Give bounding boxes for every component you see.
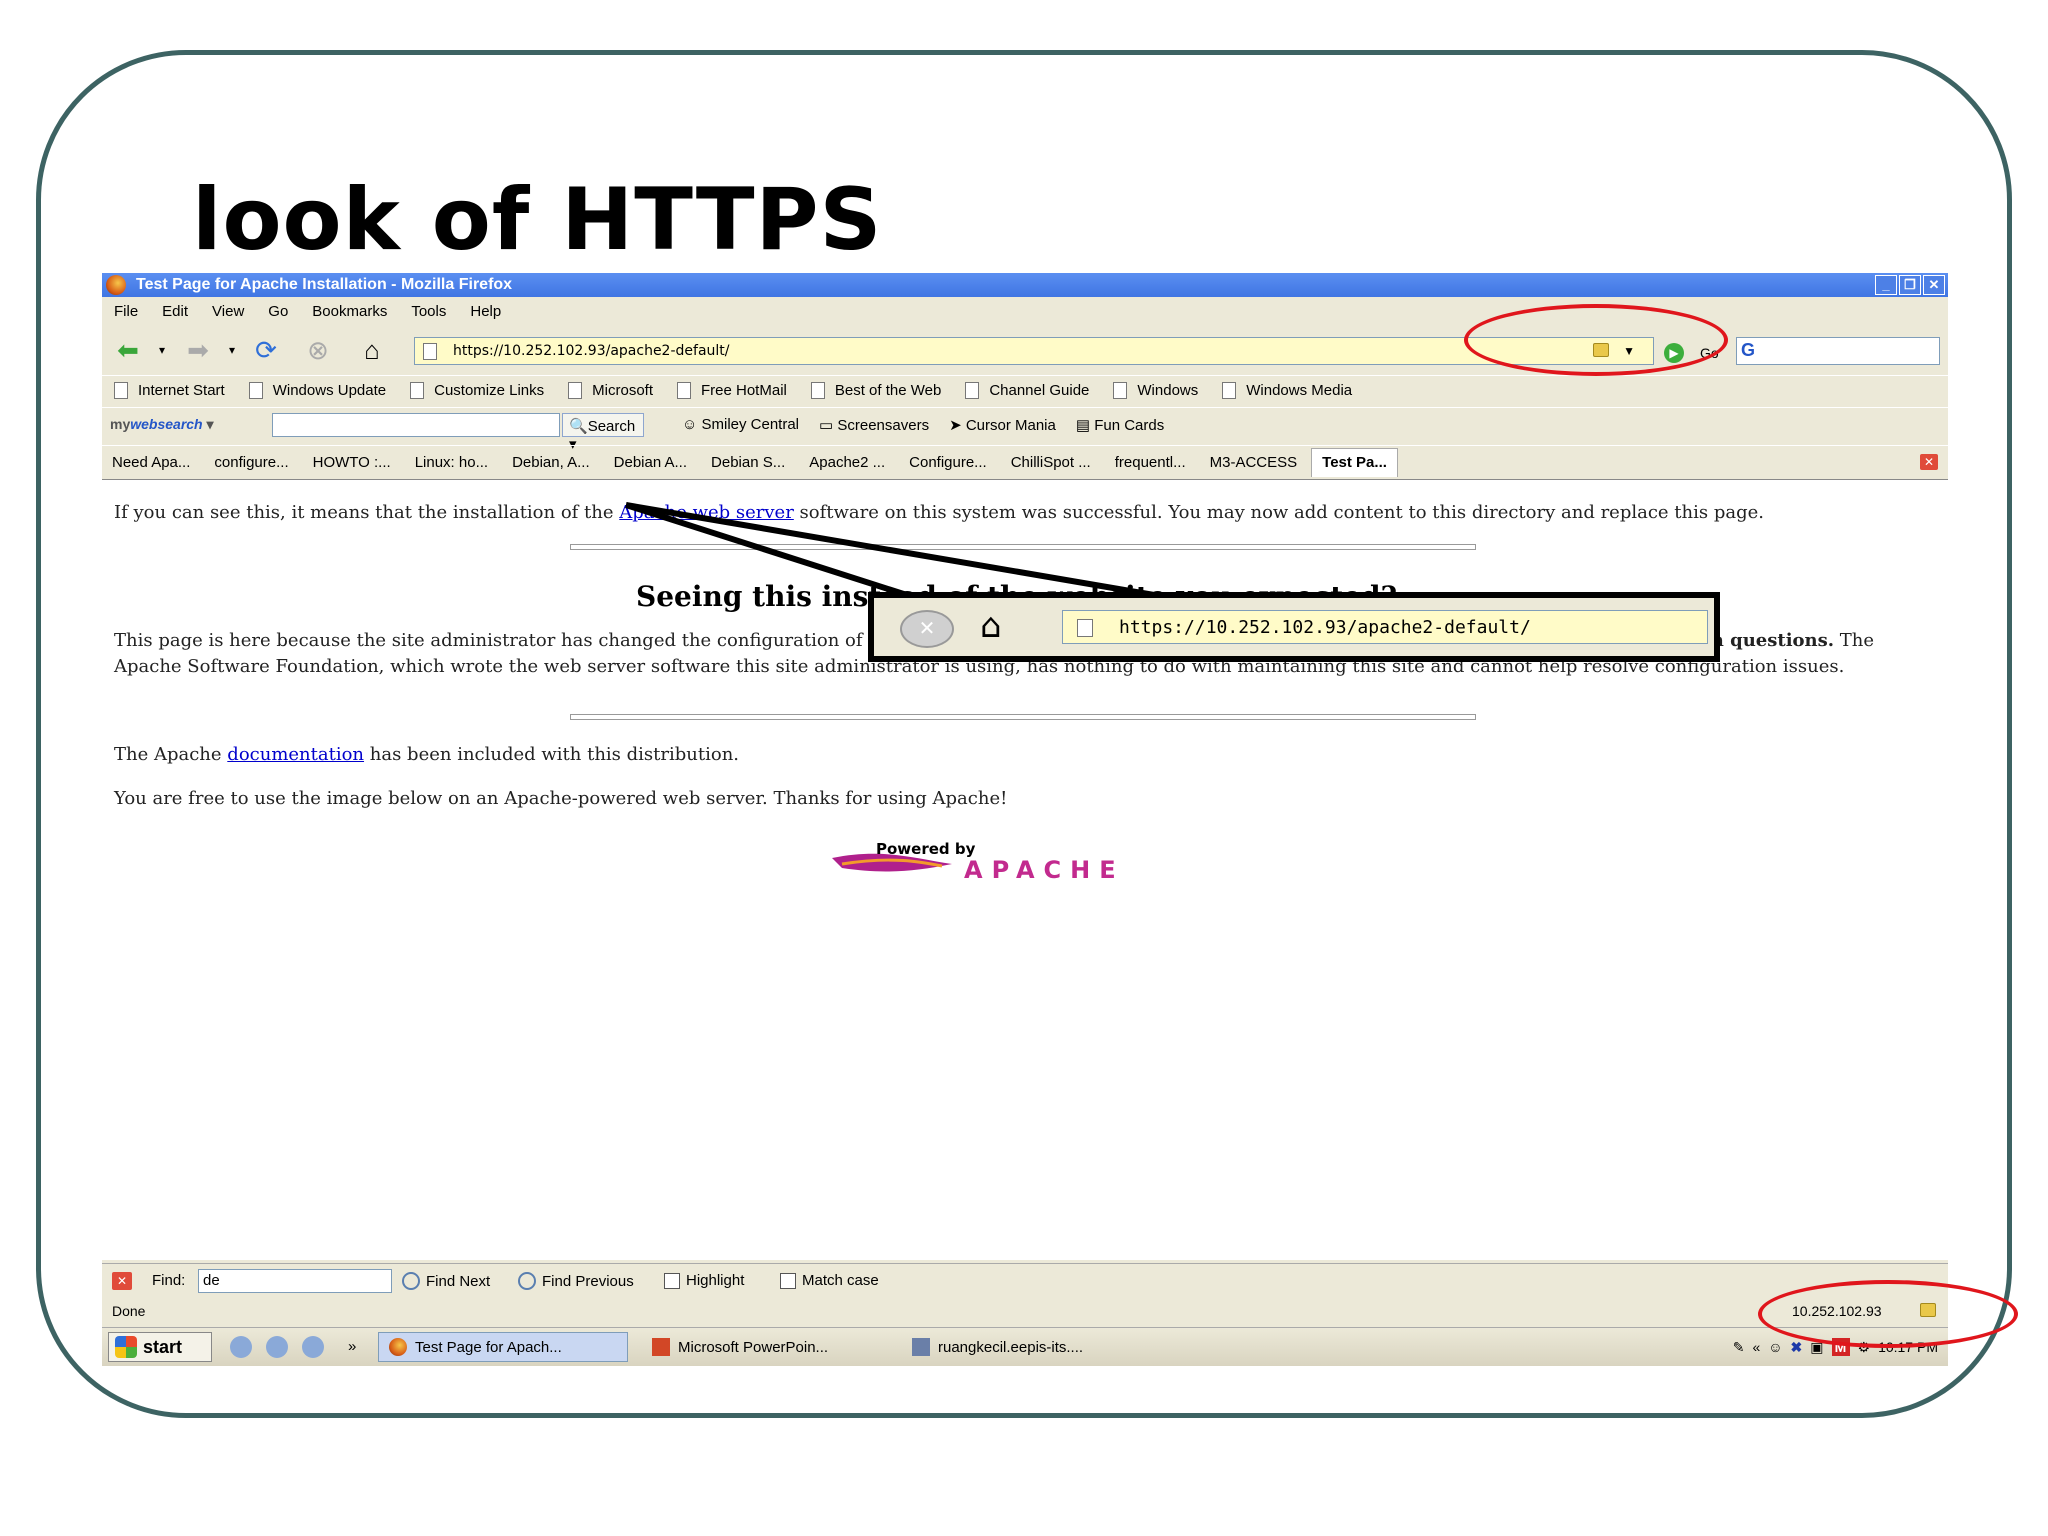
zoomed-address-callout: ✕ ⌂ https://10.252.102.93/apache2-defaul… — [868, 592, 1720, 662]
home-icon: ⌂ — [980, 606, 1002, 646]
callout-pointer — [625, 502, 1161, 599]
zoomed-url: https://10.252.102.93/apache2-default/ — [1119, 617, 1531, 638]
status-highlight-ring — [1758, 1280, 2018, 1348]
page-icon — [1077, 619, 1093, 637]
stop-icon: ✕ — [900, 610, 954, 648]
pointer-line — [625, 502, 911, 599]
padlock-highlight-ring — [1464, 304, 1728, 376]
zoomed-address-bar: https://10.252.102.93/apache2-default/ — [1062, 610, 1708, 644]
pointer-line — [625, 502, 1161, 599]
